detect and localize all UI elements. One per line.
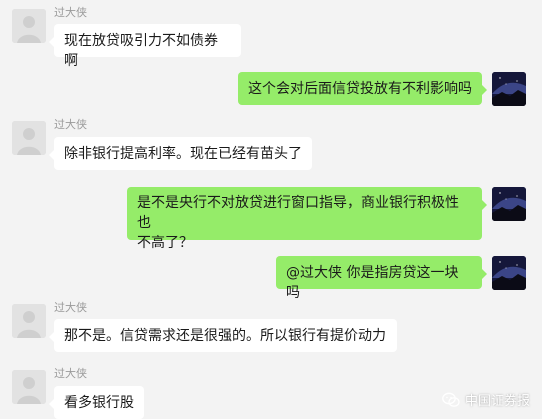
sender-name: 过大侠 (54, 118, 87, 131)
sender-name: 过大侠 (54, 367, 87, 380)
message-bubble-incoming[interactable]: 那不是。信贷需求还是很强的。所以银行有提价动力 (49, 319, 397, 352)
night-sky-avatar-icon (492, 72, 526, 106)
message-bubble-outgoing[interactable]: 是不是央行不对放贷进行窗口指导，商业银行积极性也 不高了？ (127, 187, 487, 251)
watermark: 中国证券报 (442, 390, 530, 409)
avatar-self[interactable] (492, 72, 526, 106)
avatar-self[interactable] (492, 256, 526, 290)
sender-name: 过大侠 (54, 6, 87, 19)
avatar-self[interactable] (492, 187, 526, 221)
sender-name: 过大侠 (54, 301, 87, 314)
default-avatar-icon (12, 304, 46, 338)
message-line: 不高了？ (137, 235, 193, 251)
message-bubble-incoming[interactable]: 看多银行股 (49, 386, 144, 419)
message-bubble-incoming[interactable]: 除非银行提高利率。现在已经有苗头了 (49, 137, 312, 170)
chat-window: 过大侠 现在放贷吸引力不如债券啊 这个会对后面信贷投放有不利影响吗 过大侠 除非… (0, 0, 542, 419)
default-avatar-icon (12, 370, 46, 404)
wechat-icon (442, 392, 460, 407)
message-bubble-outgoing[interactable]: @过大侠 你是指房贷这一块吗 (276, 256, 487, 301)
avatar-default[interactable] (12, 370, 46, 404)
message-line: 是不是央行不对放贷进行窗口指导，商业银行积极性也 (137, 195, 459, 231)
message-bubble-incoming[interactable]: 现在放贷吸引力不如债券啊 (49, 24, 241, 69)
night-sky-avatar-icon (492, 187, 526, 221)
default-avatar-icon (12, 9, 46, 43)
message-bubble-outgoing[interactable]: 这个会对后面信贷投放有不利影响吗 (238, 72, 487, 105)
avatar-default[interactable] (12, 9, 46, 43)
avatar-default[interactable] (12, 121, 46, 155)
watermark-text: 中国证券报 (464, 394, 530, 409)
avatar-default[interactable] (12, 304, 46, 338)
night-sky-avatar-icon (492, 256, 526, 290)
default-avatar-icon (12, 121, 46, 155)
